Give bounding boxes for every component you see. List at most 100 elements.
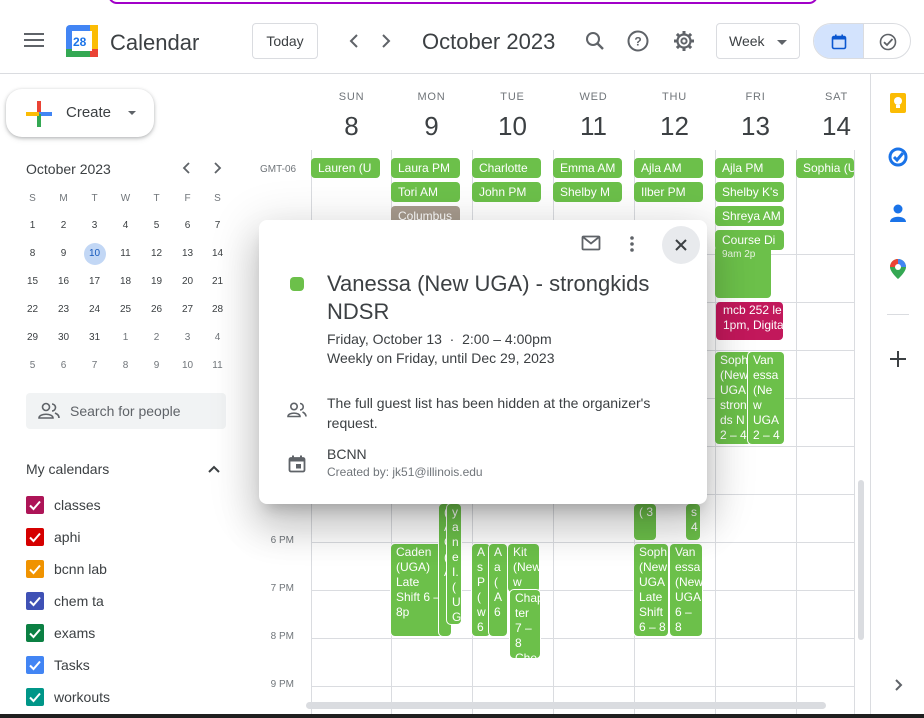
my-calendars-heading[interactable]: My calendars <box>26 461 109 477</box>
get-add-ons-button[interactable] <box>887 348 909 370</box>
mini-calendar-day[interactable]: 30 <box>48 326 79 350</box>
more-options-button[interactable] <box>626 234 638 259</box>
mini-calendar-day[interactable]: 7 <box>79 354 110 378</box>
all-day-event[interactable]: Charlotte <box>472 158 541 178</box>
people-search-input[interactable]: Search for people <box>26 393 226 429</box>
day-header-number[interactable]: 14 <box>796 111 870 142</box>
calendar-checkbox[interactable] <box>26 496 44 514</box>
mini-calendar-today[interactable]: 10 <box>79 242 110 266</box>
previous-week-button[interactable] <box>336 23 372 59</box>
mini-calendar-prev-button[interactable] <box>177 158 197 178</box>
vanessa-thursday-event[interactable]: Van essa (New UGA 6 – 8 <box>670 544 702 636</box>
thursday-event-fragment[interactable]: ( 3 <box>634 504 656 540</box>
day-header-number[interactable]: 12 <box>634 111 715 142</box>
calendar-logo[interactable]: 28 <box>66 25 98 57</box>
mini-calendar-day[interactable]: 5 <box>141 214 172 238</box>
mini-calendar-day[interactable]: 9 <box>48 242 79 266</box>
mini-calendar-day[interactable]: 26 <box>141 298 172 322</box>
mini-calendar-day[interactable]: 21 <box>202 270 233 294</box>
calendar-checkbox[interactable] <box>26 624 44 642</box>
mini-calendar-day[interactable]: 15 <box>17 270 48 294</box>
mini-calendar-day[interactable]: 22 <box>17 298 48 322</box>
mini-calendar-day[interactable]: 8 <box>17 242 48 266</box>
calendar-list-item[interactable]: workouts <box>26 685 226 709</box>
mini-calendar-day[interactable]: 9 <box>141 354 172 378</box>
mini-calendar-day[interactable]: 14 <box>202 242 233 266</box>
mini-calendar-day[interactable]: 18 <box>110 270 141 294</box>
mini-calendar-day[interactable]: 10 <box>172 354 203 378</box>
day-header-number[interactable]: 10 <box>472 111 553 142</box>
vanessa-friday-event[interactable]: Van essa (Ne w UGA 2 – 4 <box>748 352 784 444</box>
mini-calendar-day[interactable]: 6 <box>172 214 203 238</box>
calendar-checkbox[interactable] <box>26 560 44 578</box>
day-header-number[interactable]: 13 <box>715 111 796 142</box>
mini-calendar-day[interactable]: 11 <box>202 354 233 378</box>
day-header-number[interactable]: 8 <box>311 111 392 142</box>
monday-event-fragment[interactable]: y a n e I. ( U G 4 <box>447 504 461 624</box>
contacts-icon[interactable] <box>887 202 909 224</box>
all-day-event[interactable]: Emma AM <box>553 158 622 178</box>
vertical-scrollbar[interactable] <box>858 480 864 640</box>
calendar-checkbox[interactable] <box>26 656 44 674</box>
mini-calendar-day[interactable]: 12 <box>141 242 172 266</box>
mini-calendar-day[interactable]: 3 <box>172 326 203 350</box>
mini-calendar-day[interactable]: 29 <box>17 326 48 350</box>
all-day-event[interactable]: John PM <box>472 182 541 202</box>
mini-calendar-day[interactable]: 11 <box>110 242 141 266</box>
calendar-view-toggle[interactable] <box>814 24 863 58</box>
all-day-event[interactable]: Shelby K's <box>715 182 784 202</box>
email-guests-button[interactable] <box>581 234 601 257</box>
horizontal-scrollbar[interactable] <box>306 702 826 709</box>
mini-calendar-day[interactable]: 27 <box>172 298 203 322</box>
mini-calendar-next-button[interactable] <box>207 158 227 178</box>
mini-calendar-day[interactable]: 23 <box>48 298 79 322</box>
tasks-view-toggle[interactable] <box>863 24 910 58</box>
calendar-list-item[interactable]: bcnn lab <box>26 557 226 581</box>
next-week-button[interactable] <box>368 23 404 59</box>
friday-event-fragment[interactable]: 9am 2p <box>715 246 771 298</box>
mini-calendar-day[interactable]: 3 <box>79 214 110 238</box>
tasks-icon[interactable] <box>887 146 909 168</box>
mini-calendar-day[interactable]: 20 <box>172 270 203 294</box>
mcb-252-event[interactable]: mcb 252 le 1pm, Digita <box>716 302 783 340</box>
calendar-list-item[interactable]: chem ta <box>26 589 226 613</box>
all-day-event[interactable]: Ilber PM <box>634 182 703 202</box>
mini-calendar-day[interactable]: 2 <box>48 214 79 238</box>
all-day-event[interactable]: Tori AM <box>391 182 460 202</box>
mini-calendar-day[interactable]: 17 <box>79 270 110 294</box>
mini-calendar-day[interactable]: 19 <box>141 270 172 294</box>
all-day-event[interactable]: Laura PM <box>391 158 460 178</box>
all-day-event[interactable]: Ajla AM <box>634 158 703 178</box>
sophia-late-shift-event[interactable]: Soph (New UGA Late Shift 6 – 8 <box>634 544 668 636</box>
mini-calendar-day[interactable]: 4 <box>202 326 233 350</box>
tuesday-event-fragment[interactable]: A a ( A 6 <box>489 544 507 636</box>
mini-calendar-day[interactable]: 5 <box>17 354 48 378</box>
day-header-number[interactable]: 9 <box>391 111 472 142</box>
calendar-list-item[interactable]: Tasks <box>26 653 226 677</box>
mini-calendar-day[interactable]: 6 <box>48 354 79 378</box>
today-button[interactable]: Today <box>252 23 318 59</box>
calendar-checkbox[interactable] <box>26 592 44 610</box>
calendar-checkbox[interactable] <box>26 688 44 706</box>
mini-calendar-day[interactable]: 31 <box>79 326 110 350</box>
calendar-checkbox[interactable] <box>26 528 44 546</box>
mini-calendar-day[interactable]: 13 <box>172 242 203 266</box>
all-day-event[interactable]: Ajla PM <box>715 158 784 178</box>
mini-calendar-day[interactable]: 1 <box>110 326 141 350</box>
chapter-event[interactable]: Chap ter 7 – 8 Che <box>510 590 540 658</box>
settings-button[interactable] <box>666 23 702 59</box>
calendar-list-item[interactable]: exams <box>26 621 226 645</box>
mini-calendar-day[interactable]: 28 <box>202 298 233 322</box>
tuesday-event-fragment[interactable]: A s P ( w 6 <box>472 544 490 636</box>
all-day-event[interactable]: Lauren (U <box>311 158 380 178</box>
mini-calendar-day[interactable]: 24 <box>79 298 110 322</box>
mini-calendar-day[interactable]: 2 <box>141 326 172 350</box>
all-day-event[interactable]: Sophia (U <box>796 158 854 178</box>
calendar-list-item[interactable]: classes <box>26 493 226 517</box>
mini-calendar-day[interactable]: 4 <box>110 214 141 238</box>
help-button[interactable]: ? <box>620 23 656 59</box>
sophia-friday-event[interactable]: Soph (New UGA stron ds N 2 – 4 <box>715 352 751 444</box>
calendar-list-item[interactable]: aphi <box>26 525 226 549</box>
create-button[interactable]: Create <box>6 89 154 137</box>
keep-icon[interactable] <box>887 92 909 114</box>
